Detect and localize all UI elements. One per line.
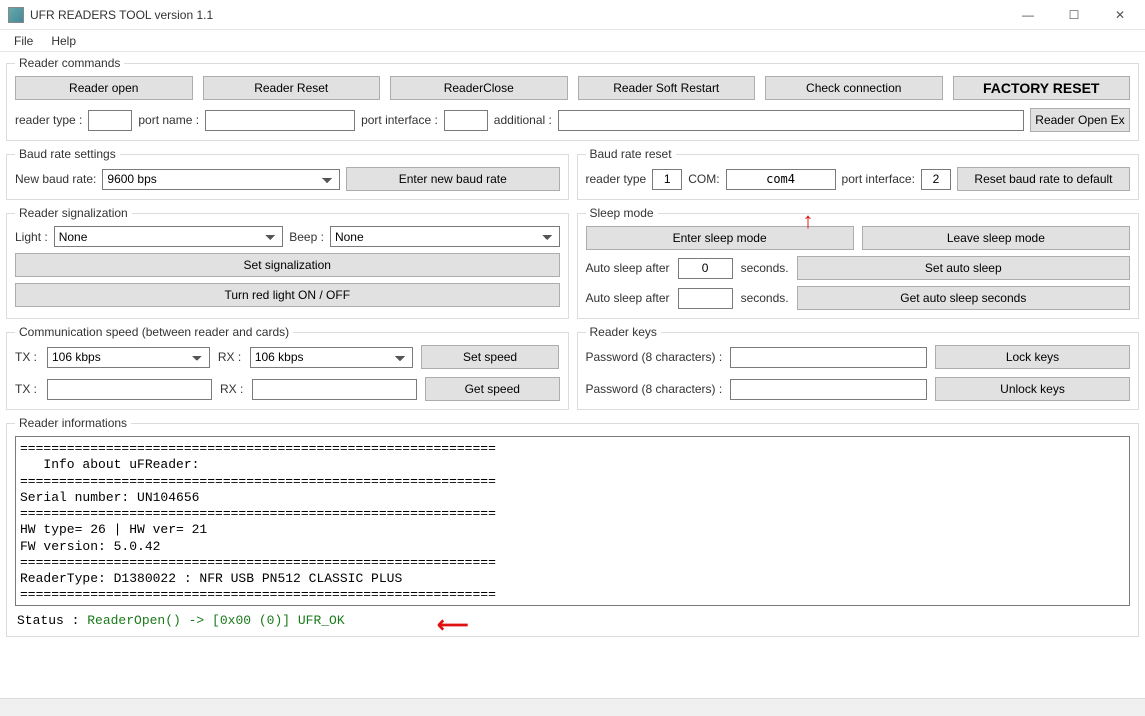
check-connection-button[interactable]: Check connection	[765, 76, 943, 100]
reset-baud-rate-button[interactable]: Reset baud rate to default	[957, 167, 1130, 191]
sleep-mode-group: Sleep mode Enter sleep mode Leave sleep …	[577, 206, 1140, 319]
port-name-input[interactable]	[205, 110, 355, 131]
light-select[interactable]: None	[54, 226, 284, 247]
com-input[interactable]	[726, 169, 836, 190]
beep-label: Beep :	[289, 230, 324, 244]
set-signalization-button[interactable]: Set signalization	[15, 253, 560, 277]
red-light-toggle-button[interactable]: Turn red light ON / OFF	[15, 283, 560, 307]
com-label: COM:	[688, 172, 719, 186]
leave-sleep-button[interactable]: Leave sleep mode	[862, 226, 1130, 250]
baud-rate-select[interactable]: 9600 bps	[102, 169, 340, 190]
beep-select[interactable]: None	[330, 226, 560, 247]
rx-label-2: RX :	[220, 382, 244, 396]
password-label-2: Password (8 characters) :	[586, 382, 723, 396]
light-label: Light :	[15, 230, 48, 244]
maximize-button[interactable]: ☐	[1051, 0, 1097, 30]
reader-reset-button[interactable]: Reader Reset	[203, 76, 381, 100]
app-icon	[8, 7, 24, 23]
reader-close-button[interactable]: ReaderClose	[390, 76, 568, 100]
auto-sleep-input-1[interactable]	[678, 258, 733, 279]
status-label: Status :	[17, 613, 87, 628]
auto-sleep-label-1: Auto sleep after	[586, 261, 670, 275]
menu-help[interactable]: Help	[45, 32, 82, 50]
auto-sleep-input-2[interactable]	[678, 288, 733, 309]
tx-label-2: TX :	[15, 382, 39, 396]
rx-output[interactable]	[252, 379, 417, 400]
status-value: ReaderOpen() -> [0x00 (0)] UFR_OK	[87, 613, 344, 628]
reader-keys-legend: Reader keys	[586, 325, 661, 339]
menubar: File Help	[0, 30, 1145, 52]
enter-baud-rate-button[interactable]: Enter new baud rate	[346, 167, 560, 191]
comm-speed-group: Communication speed (between reader and …	[6, 325, 569, 410]
rx-label-1: RX :	[218, 350, 242, 364]
enter-sleep-button[interactable]: Enter sleep mode	[586, 226, 854, 250]
lock-keys-button[interactable]: Lock keys	[935, 345, 1130, 369]
reader-open-ex-button[interactable]: Reader Open Ex	[1030, 108, 1130, 132]
close-button[interactable]: ✕	[1097, 0, 1143, 30]
port-interface-label: port interface :	[361, 113, 438, 127]
get-speed-button[interactable]: Get speed	[425, 377, 560, 401]
baud-reset-reader-type-label: reader type	[586, 172, 647, 186]
info-log[interactable]: ========================================…	[15, 436, 1130, 606]
minimize-button[interactable]: —	[1005, 0, 1051, 30]
seconds-label-2: seconds.	[741, 291, 789, 305]
tx-label-1: TX :	[15, 350, 39, 364]
window-title: UFR READERS TOOL version 1.1	[30, 8, 1005, 22]
baud-reset-reader-type-input[interactable]	[652, 169, 682, 190]
reader-open-button[interactable]: Reader open	[15, 76, 193, 100]
reader-type-label: reader type :	[15, 113, 82, 127]
password-label-1: Password (8 characters) :	[586, 350, 723, 364]
reader-soft-restart-button[interactable]: Reader Soft Restart	[578, 76, 756, 100]
signalization-legend: Reader signalization	[15, 206, 132, 220]
set-auto-sleep-button[interactable]: Set auto sleep	[797, 256, 1130, 280]
status-bar	[0, 698, 1145, 716]
titlebar: UFR READERS TOOL version 1.1 — ☐ ✕	[0, 0, 1145, 30]
rx-select[interactable]: 106 kbps	[250, 347, 413, 368]
baud-reset-port-interface-input[interactable]	[921, 169, 951, 190]
port-interface-input[interactable]	[444, 110, 488, 131]
tx-output[interactable]	[47, 379, 212, 400]
set-speed-button[interactable]: Set speed	[421, 345, 560, 369]
baud-settings-legend: Baud rate settings	[15, 147, 120, 161]
baud-reset-group: Baud rate reset reader type COM: port in…	[577, 147, 1140, 200]
sleep-mode-legend: Sleep mode	[586, 206, 658, 220]
reader-commands-legend: Reader commands	[15, 56, 124, 70]
unlock-keys-button[interactable]: Unlock keys	[935, 377, 1130, 401]
get-auto-sleep-button[interactable]: Get auto sleep seconds	[797, 286, 1130, 310]
reader-keys-group: Reader keys Password (8 characters) : Lo…	[577, 325, 1140, 410]
status-line: Status : ReaderOpen() -> [0x00 (0)] UFR_…	[15, 609, 1130, 628]
baud-reset-legend: Baud rate reset	[586, 147, 676, 161]
additional-input[interactable]	[558, 110, 1024, 131]
reader-commands-group: Reader commands Reader open Reader Reset…	[6, 56, 1139, 141]
main-content: Reader commands Reader open Reader Reset…	[0, 52, 1145, 647]
factory-reset-button[interactable]: FACTORY RESET	[953, 76, 1131, 100]
port-name-label: port name :	[138, 113, 199, 127]
new-baud-rate-label: New baud rate:	[15, 172, 96, 186]
additional-label: additional :	[494, 113, 552, 127]
password-input-2[interactable]	[730, 379, 927, 400]
reader-info-legend: Reader informations	[15, 416, 131, 430]
reader-type-input[interactable]	[88, 110, 132, 131]
reader-info-group: Reader informations ====================…	[6, 416, 1139, 637]
seconds-label-1: seconds.	[741, 261, 789, 275]
auto-sleep-label-2: Auto sleep after	[586, 291, 670, 305]
password-input-1[interactable]	[730, 347, 927, 368]
baud-reset-port-interface-label: port interface:	[842, 172, 915, 186]
baud-settings-group: Baud rate settings New baud rate: 9600 b…	[6, 147, 569, 200]
menu-file[interactable]: File	[8, 32, 39, 50]
tx-select[interactable]: 106 kbps	[47, 347, 210, 368]
comm-speed-legend: Communication speed (between reader and …	[15, 325, 293, 339]
signalization-group: Reader signalization Light : None Beep :…	[6, 206, 569, 319]
